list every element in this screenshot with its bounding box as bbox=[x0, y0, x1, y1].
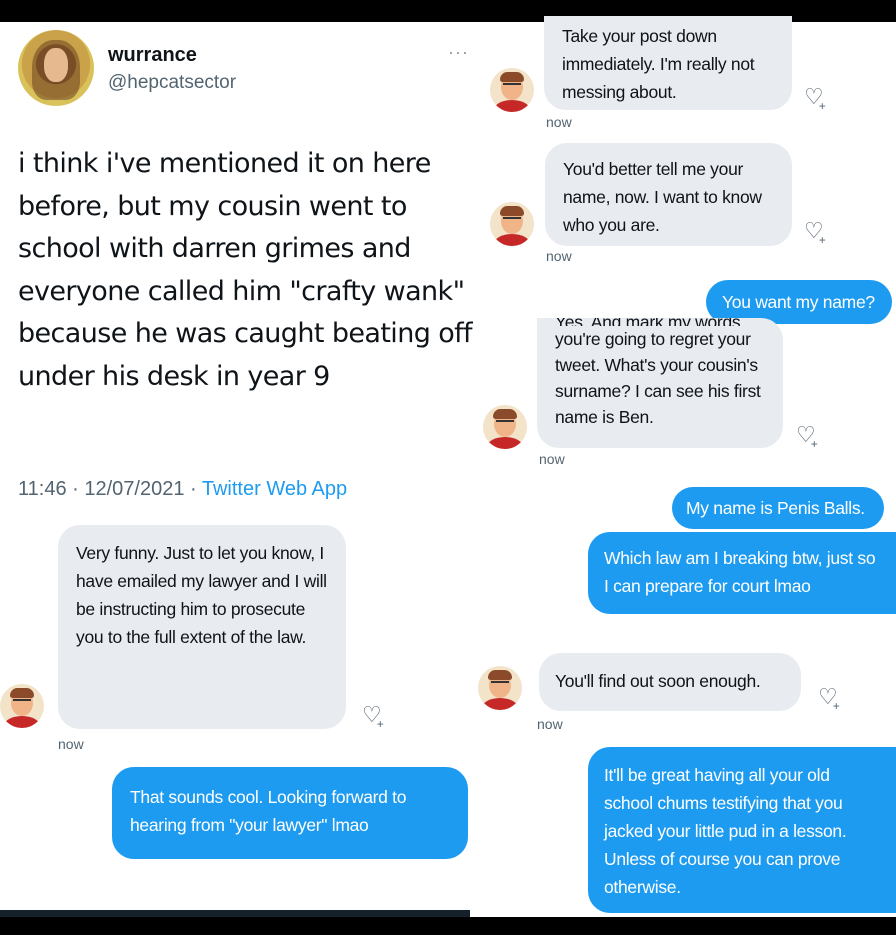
tweet-source-link[interactable]: Twitter Web App bbox=[202, 478, 347, 500]
outgoing-message: That sounds cool. Looking forward to hea… bbox=[112, 767, 468, 859]
outgoing-message: My name is Penis Balls. bbox=[672, 487, 884, 529]
tweet-timestamp: 11:46 · 12/07/2021 · Twitter Web App bbox=[18, 478, 347, 501]
clipped-message-line: Yes. And mark my words, bbox=[555, 318, 765, 326]
message-timestamp: now bbox=[58, 736, 84, 752]
incoming-message: Very funny. Just to let you know, I have… bbox=[58, 525, 346, 729]
tweet-time-date: 11:46 · 12/07/2021 · bbox=[18, 478, 202, 500]
message-timestamp: now bbox=[546, 114, 572, 130]
profile-avatar[interactable] bbox=[18, 30, 94, 106]
react-heart-icon[interactable]: ♡+ bbox=[362, 704, 389, 732]
message-timestamp: now bbox=[539, 451, 565, 467]
sender-avatar[interactable] bbox=[478, 666, 522, 710]
outgoing-message: Which law am I breaking btw, just so I c… bbox=[588, 532, 896, 614]
more-options-icon[interactable]: ··· bbox=[448, 42, 469, 63]
react-heart-icon[interactable]: ♡+ bbox=[804, 86, 831, 114]
incoming-message: Yes. And mark my words, you're going to … bbox=[537, 318, 783, 448]
incoming-message: You'd better tell me your name, now. I w… bbox=[545, 143, 792, 246]
incoming-message: Take your post down immediately. I'm rea… bbox=[544, 16, 792, 110]
message-timestamp: now bbox=[537, 716, 563, 732]
outgoing-message: It'll be great having all your old schoo… bbox=[588, 747, 896, 913]
tweet-text: i think i've mentioned it on here before… bbox=[18, 148, 473, 392]
sender-avatar[interactable] bbox=[490, 68, 534, 112]
react-heart-icon[interactable]: ♡+ bbox=[804, 220, 831, 248]
incoming-message: You'll find out soon enough. bbox=[539, 653, 801, 711]
react-heart-icon[interactable]: ♡+ bbox=[818, 686, 845, 714]
bottom-black-bar bbox=[0, 917, 896, 935]
avatar-face bbox=[44, 48, 68, 82]
user-handle[interactable]: @hepcatsector bbox=[108, 72, 236, 94]
message-text: you're going to regret your tweet. What'… bbox=[555, 329, 761, 427]
react-heart-icon[interactable]: ♡+ bbox=[796, 424, 823, 452]
message-timestamp: now bbox=[546, 248, 572, 264]
sender-avatar[interactable] bbox=[0, 684, 44, 728]
display-name[interactable]: wurrance bbox=[108, 44, 197, 67]
sender-avatar[interactable] bbox=[490, 202, 534, 246]
sender-avatar[interactable] bbox=[483, 405, 527, 449]
